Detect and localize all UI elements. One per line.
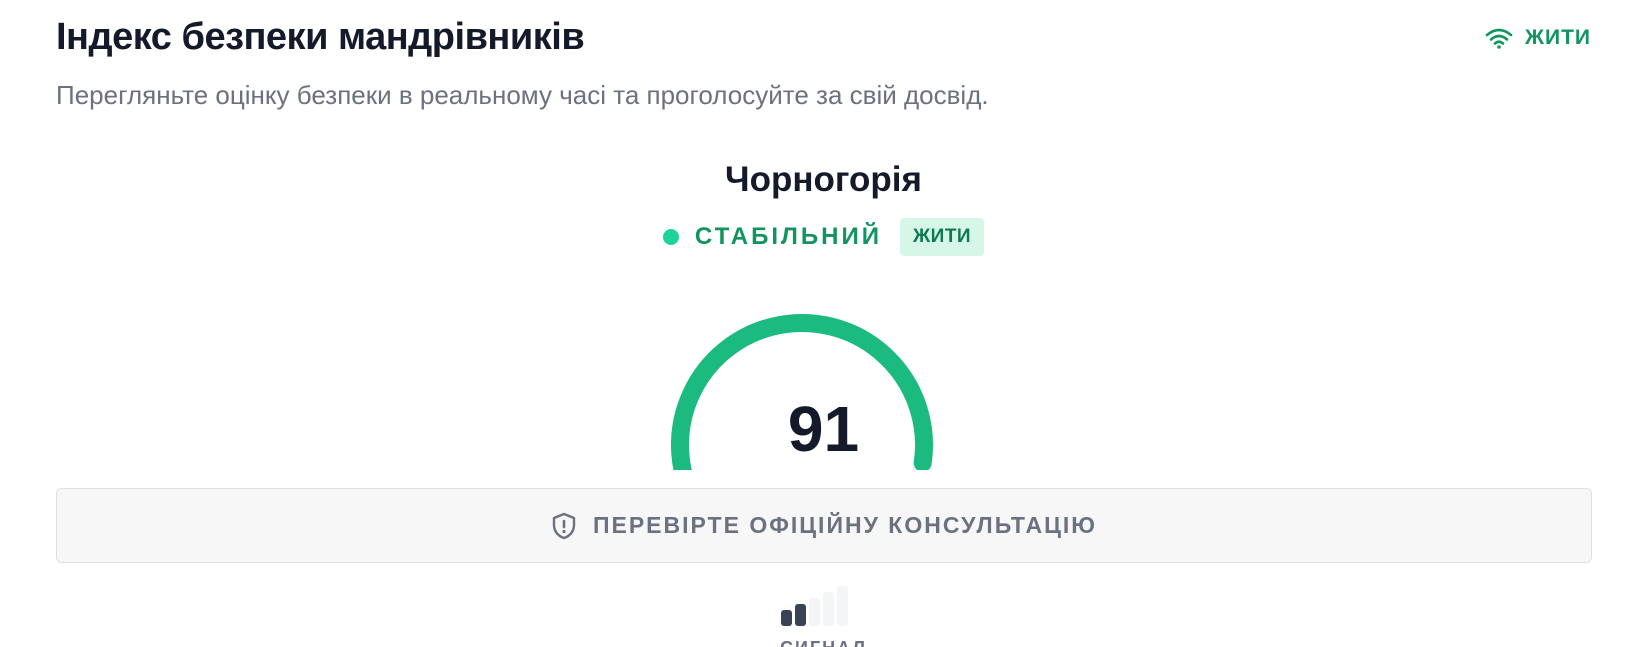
safety-index-page: Індекс безпеки мандрівників Перегляньте … <box>0 0 1647 647</box>
live-indicator: ЖИТИ <box>1485 26 1591 50</box>
official-advisory-button[interactable]: ПЕРЕВІРТЕ ОФІЦІЙНУ КОНСУЛЬТАЦІЮ <box>56 488 1592 563</box>
safety-score: 91 <box>787 393 860 465</box>
destination-name: Чорногорія <box>725 160 922 199</box>
page-title: Індекс безпеки мандрівників <box>56 16 585 58</box>
signal-label: СИГНАЛ <box>0 638 1647 647</box>
signal-bar <box>795 604 806 626</box>
wifi-icon <box>1485 28 1513 49</box>
signal-bar <box>809 598 820 626</box>
signal-strength-icon <box>781 586 848 626</box>
live-badge: ЖИТИ <box>899 218 985 256</box>
signal-bar <box>823 592 834 626</box>
live-label: ЖИТИ <box>1525 26 1591 49</box>
shield-alert-icon <box>552 512 576 539</box>
page-subtitle: Перегляньте оцінку безпеки в реальному ч… <box>56 80 989 110</box>
signal-bar <box>781 610 792 626</box>
status-label: СТАБІЛЬНИЙ <box>694 223 882 250</box>
status-dot-icon <box>662 229 679 245</box>
status-row: СТАБІЛЬНИЙ ЖИТИ <box>0 218 1647 256</box>
advisory-label: ПЕРЕВІРТЕ ОФІЦІЙНУ КОНСУЛЬТАЦІЮ <box>592 512 1098 538</box>
signal-bar <box>837 586 848 626</box>
